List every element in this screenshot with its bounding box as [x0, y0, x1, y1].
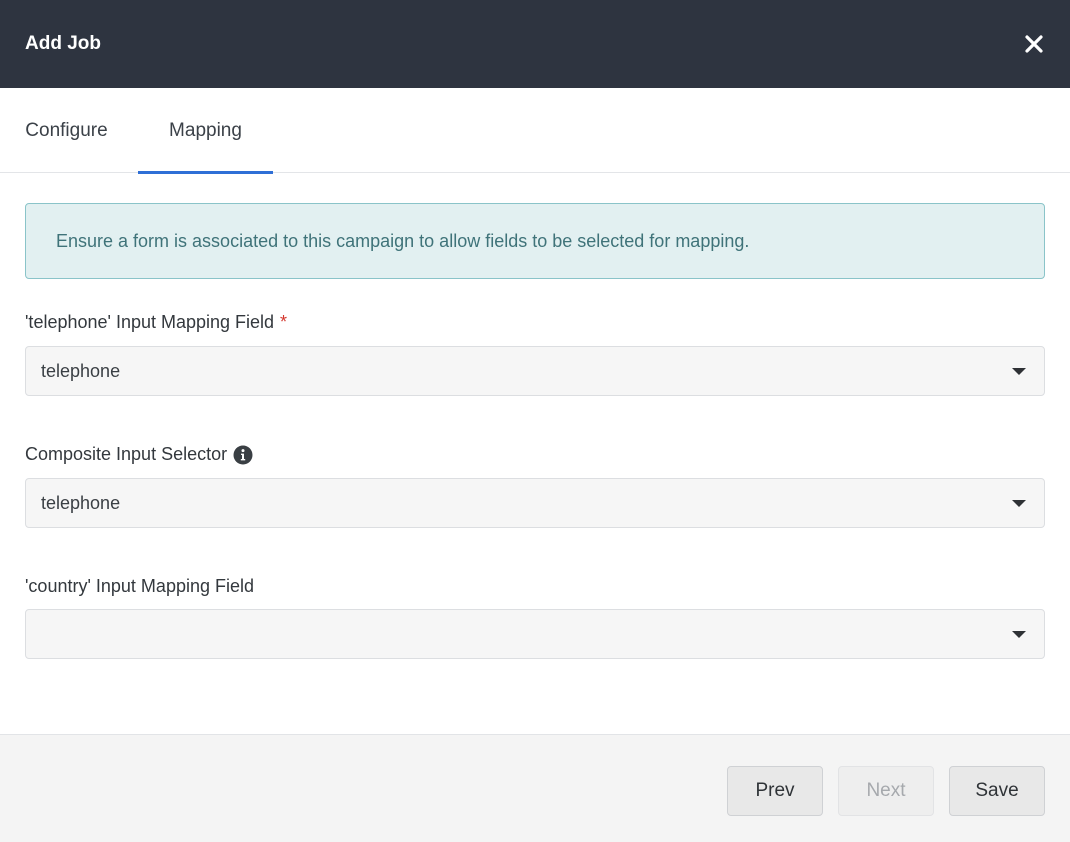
active-tab-indicator — [138, 171, 273, 174]
telephone-mapping-label: 'telephone' Input Mapping Field * — [25, 312, 287, 333]
modal-header: Add Job — [0, 0, 1070, 88]
info-icon[interactable] — [233, 445, 253, 465]
tab-mapping[interactable]: Mapping — [138, 88, 273, 174]
save-button[interactable]: Save — [949, 766, 1045, 816]
close-icon[interactable] — [1022, 32, 1046, 56]
alert-text: Ensure a form is associated to this camp… — [56, 230, 750, 251]
field-label-text: Composite Input Selector — [25, 444, 228, 464]
next-button[interactable]: Next — [838, 766, 934, 816]
country-mapping-label: 'country' Input Mapping Field — [25, 576, 254, 597]
select-value: telephone — [41, 360, 121, 381]
tab-configure[interactable]: Configure — [0, 88, 133, 173]
chevron-down-icon — [1012, 499, 1026, 507]
info-alert: Ensure a form is associated to this camp… — [25, 203, 1045, 279]
composite-input-selector-label: Composite Input Selector — [25, 444, 253, 465]
composite-input-select[interactable]: telephone — [25, 478, 1045, 528]
field-label-text: 'country' Input Mapping Field — [25, 576, 254, 596]
required-marker: * — [280, 312, 288, 332]
modal-title: Add Job — [25, 33, 101, 54]
add-job-modal: Add Job Configure Mapping Ensure a form … — [0, 0, 1070, 842]
tab-bar: Configure Mapping — [0, 88, 1070, 174]
tab-label: Mapping — [169, 119, 242, 141]
tab-label: Configure — [25, 119, 108, 141]
select-value: telephone — [41, 492, 121, 513]
chevron-down-icon — [1012, 367, 1026, 375]
chevron-down-icon — [1012, 630, 1026, 638]
field-label-text: 'telephone' Input Mapping Field — [25, 312, 275, 332]
prev-button[interactable]: Prev — [727, 766, 823, 816]
telephone-mapping-select[interactable]: telephone — [25, 346, 1045, 396]
modal-footer: Prev Next Save — [0, 734, 1070, 842]
country-mapping-select[interactable] — [25, 609, 1045, 659]
